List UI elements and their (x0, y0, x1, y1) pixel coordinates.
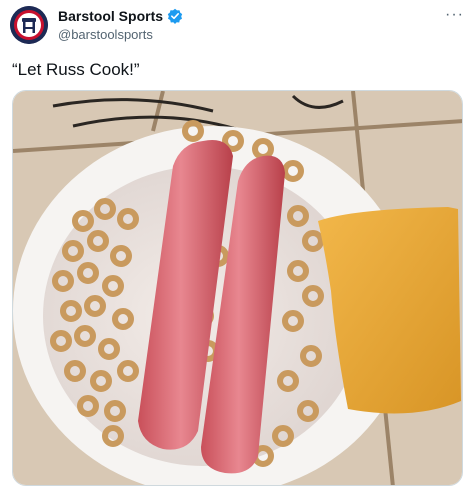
verified-badge-icon (167, 8, 183, 24)
cereal-hotdog-photo (13, 91, 462, 485)
avatar[interactable] (10, 6, 48, 44)
author-name-row: Barstool Sports (58, 8, 183, 24)
display-name[interactable]: Barstool Sports (58, 8, 163, 24)
barstool-logo (10, 6, 48, 44)
more-options-icon[interactable]: ··· (445, 6, 464, 24)
tweet-image[interactable] (12, 90, 463, 486)
user-handle[interactable]: @barstoolsports (58, 27, 153, 42)
tweet-text: “Let Russ Cook!” (12, 60, 140, 79)
